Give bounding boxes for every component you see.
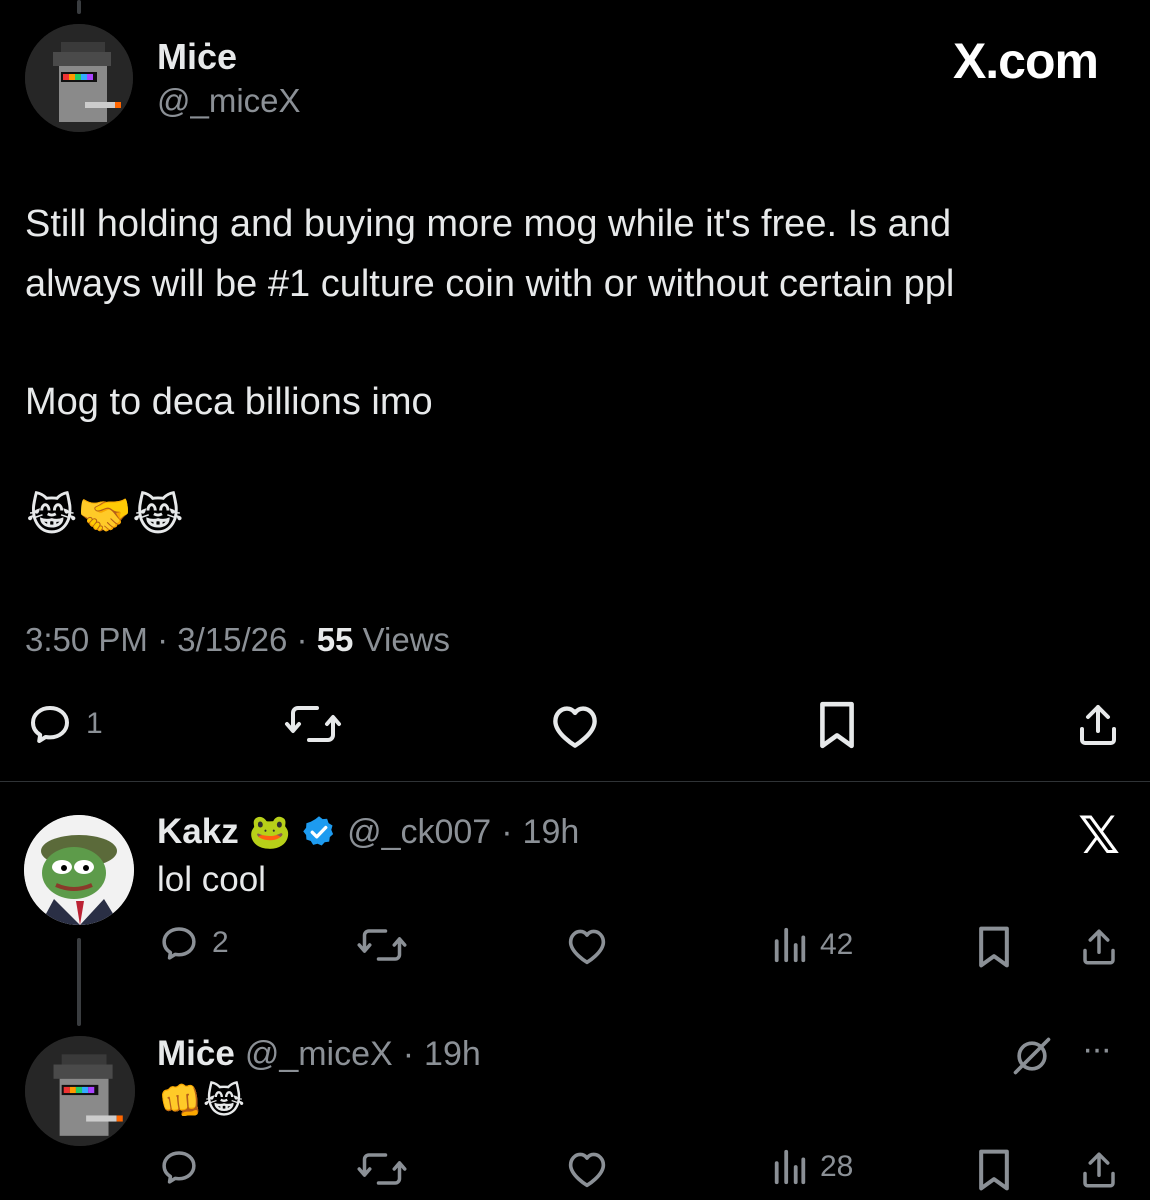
reply-icon [31, 706, 69, 743]
bookmark-icon [820, 701, 854, 749]
retweet-icon [357, 1153, 407, 1185]
reply1-views-button[interactable]: 42 [772, 926, 853, 964]
reply2-header: Miċe @_miceX · 19h [157, 1032, 481, 1076]
like-button[interactable] [548, 702, 602, 750]
reply1-age[interactable]: 19h [523, 813, 580, 852]
like-icon [568, 1152, 606, 1188]
reply2-emojis: 👊😹 [158, 1081, 245, 1122]
reply1-reply-button[interactable]: 2 [158, 922, 229, 964]
reply2-reply-button[interactable] [158, 1146, 200, 1188]
bookmark-icon [979, 926, 1009, 968]
reply2-name[interactable]: Miċe [157, 1034, 235, 1074]
tweet-date[interactable]: 3/15/26 [177, 621, 287, 658]
reply2-handle[interactable]: @_miceX [245, 1035, 393, 1074]
reply1-header: Kakz 🐸 @_ck007 · 19h [157, 810, 579, 854]
retweet-icon [285, 706, 341, 742]
punk-avatar-icon [25, 1036, 135, 1146]
brand-watermark: X.com [952, 33, 1099, 89]
reply2-age[interactable]: 19h [424, 1035, 481, 1074]
tweet-meta: 3:50 PM · 3/15/26 · 55 Views [25, 620, 450, 660]
tweet-text-line-1: Still holding and buying more mog while … [25, 203, 952, 245]
like-icon [553, 706, 597, 748]
more-icon[interactable]: ··· [1082, 1030, 1112, 1069]
meta-separator: · [296, 621, 308, 658]
tweet-emojis: 😹🤝😹 [26, 490, 184, 541]
reply1-reply-count: 2 [212, 926, 229, 959]
reply2-views-count: 28 [820, 1150, 854, 1183]
views-icon [774, 1149, 806, 1185]
views-label: Views [362, 621, 451, 658]
tweet-text-line-3: Mog to deca billions imo [25, 381, 433, 423]
grok-icon [1013, 1037, 1051, 1075]
reply-icon [162, 1151, 196, 1184]
pepe-avatar-icon [24, 815, 134, 925]
reply1-text: lol cool [157, 860, 266, 899]
x-logo-icon: 𝕏 [1078, 807, 1120, 865]
tweet-text-line-2: always will be #1 culture coin with or w… [25, 263, 955, 305]
views-icon [774, 927, 806, 963]
retweet-button[interactable] [284, 700, 342, 748]
meta-separator: · [501, 812, 513, 851]
tweet-time[interactable]: 3:50 PM [25, 621, 148, 658]
reply-icon [162, 927, 196, 960]
grok-button[interactable] [1010, 1034, 1054, 1083]
reply-author-avatar[interactable] [24, 815, 134, 925]
reply1-views-count: 42 [820, 928, 854, 961]
reply1-share-button[interactable] [1078, 925, 1120, 969]
reply2-views-button[interactable]: 28 [772, 1148, 853, 1186]
frog-emoji: 🐸 [248, 812, 292, 852]
reply-button[interactable]: 1 [26, 700, 103, 748]
reply-count: 1 [86, 707, 103, 740]
meta-separator: · [157, 621, 169, 658]
reply2-like-button[interactable] [564, 1149, 610, 1189]
share-button[interactable] [1074, 700, 1122, 750]
meta-separator: · [402, 1034, 415, 1073]
punk-avatar-icon [25, 24, 133, 132]
thread-line-reply [77, 938, 81, 1026]
tweet-divider [0, 781, 1150, 782]
author-avatar[interactable] [25, 24, 133, 132]
reply1-handle[interactable]: @_ck007 [347, 813, 491, 852]
share-icon [1080, 705, 1116, 745]
like-icon [568, 929, 606, 965]
bookmark-button[interactable] [815, 700, 859, 750]
reply2-author-avatar[interactable] [25, 1036, 135, 1146]
reply2-bookmark-button[interactable] [975, 1148, 1013, 1192]
thread-line-top [77, 0, 81, 14]
reply1-like-button[interactable] [564, 926, 610, 966]
retweet-icon [357, 929, 407, 961]
share-icon [1083, 929, 1115, 965]
reply1-bookmark-button[interactable] [975, 925, 1013, 969]
reply1-name[interactable]: Kakz [157, 812, 239, 852]
share-icon [1083, 1152, 1115, 1188]
verified-icon[interactable] [301, 814, 337, 850]
reply2-retweet-button[interactable] [356, 1148, 408, 1190]
bookmark-icon [979, 1149, 1009, 1191]
author-name[interactable]: Miċe [157, 36, 237, 78]
author-handle[interactable]: @_miceX [157, 82, 301, 120]
reply1-retweet-button[interactable] [356, 924, 408, 966]
views-count: 55 [316, 621, 354, 658]
reply2-share-button[interactable] [1078, 1148, 1120, 1192]
